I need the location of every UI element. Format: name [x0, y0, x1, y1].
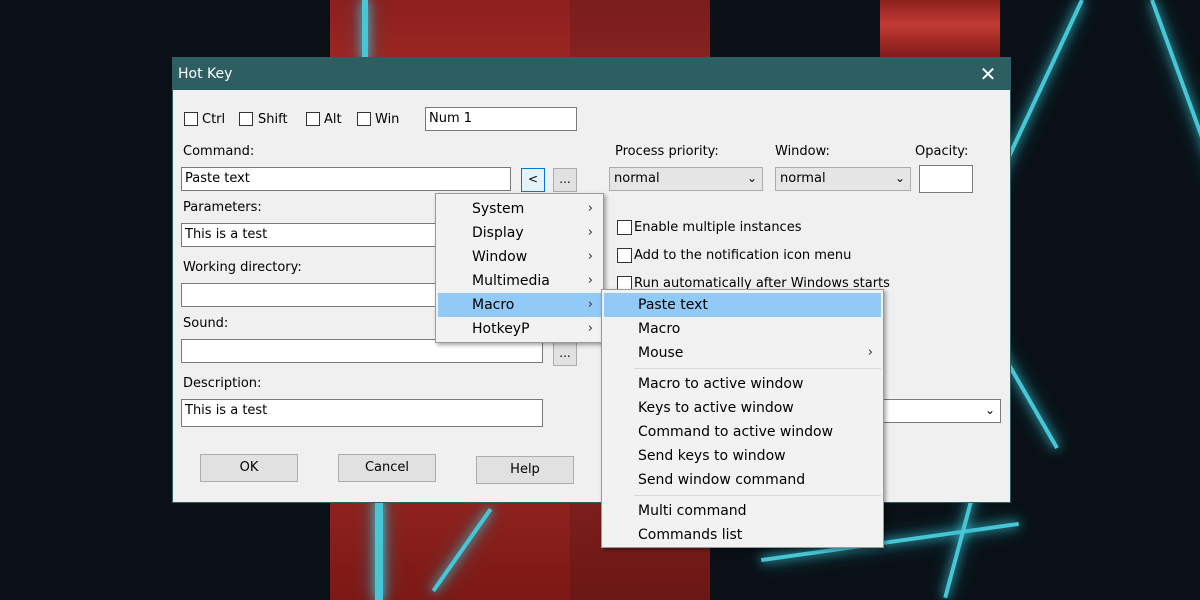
submenu-item-send-window-command[interactable]: Send window command — [604, 468, 881, 492]
add-notification-label: Add to the notification icon menu — [634, 248, 852, 263]
menu-item-label: Window — [472, 249, 528, 265]
add-notification-checkbox[interactable] — [617, 248, 632, 263]
window-select[interactable]: normal ⌄ — [775, 167, 911, 191]
ctrl-checkbox[interactable] — [184, 112, 198, 126]
browse-command-button[interactable]: ... — [553, 168, 577, 192]
menu-item-label: Mouse — [638, 345, 684, 361]
menu-item-label: Display — [472, 225, 524, 241]
menu-item-window[interactable]: Window › — [438, 245, 601, 269]
background-light — [362, 0, 368, 60]
submenu-item-send-keys-window[interactable]: Send keys to window — [604, 444, 881, 468]
opacity-label: Opacity: — [915, 144, 969, 159]
chevron-right-icon: › — [587, 273, 593, 288]
menu-item-label: HotkeyP — [472, 321, 530, 337]
background-shape — [880, 0, 1000, 60]
description-field[interactable]: This is a test — [181, 399, 543, 427]
title-bar[interactable]: Hot Key ✕ — [173, 58, 1010, 90]
chevron-down-icon: ⌄ — [984, 403, 995, 417]
insert-command-button[interactable]: < — [521, 168, 545, 192]
chevron-right-icon: › — [867, 345, 873, 360]
browse-sound-button[interactable]: ... — [553, 342, 577, 366]
dialog-title: Hot Key — [178, 66, 233, 82]
cancel-button[interactable]: Cancel — [338, 454, 436, 482]
menu-separator — [634, 368, 881, 369]
submenu-item-mouse[interactable]: Mouse › — [604, 341, 881, 365]
background-light — [375, 500, 383, 600]
command-category-menu: System › Display › Window › Multimedia › Mac… — [435, 193, 604, 343]
working-directory-field[interactable] — [181, 283, 443, 307]
shift-checkbox[interactable] — [239, 112, 253, 126]
opacity-field[interactable] — [919, 165, 973, 193]
chevron-down-icon: ⌄ — [894, 171, 905, 185]
shift-label: Shift — [258, 112, 288, 127]
submenu-item-keys-active-window[interactable]: Keys to active window — [604, 396, 881, 420]
window-label: Window: — [775, 144, 830, 159]
chevron-right-icon: › — [587, 249, 593, 264]
description-label: Description: — [183, 376, 262, 391]
process-priority-label: Process priority: — [615, 144, 719, 159]
enable-multiple-checkbox[interactable] — [617, 220, 632, 235]
menu-item-system[interactable]: System › — [438, 197, 601, 221]
background-light — [1150, 0, 1200, 565]
win-label: Win — [375, 112, 400, 127]
working-directory-label: Working directory: — [183, 260, 302, 275]
key-field[interactable]: Num 1 — [425, 107, 577, 131]
enable-multiple-label: Enable multiple instances — [634, 220, 802, 235]
menu-item-display[interactable]: Display › — [438, 221, 601, 245]
menu-item-hotkeyp[interactable]: HotkeyP › — [438, 317, 601, 341]
parameters-field[interactable]: This is a test — [181, 223, 443, 247]
chevron-right-icon: › — [587, 225, 593, 240]
menu-item-label: System — [472, 201, 525, 217]
process-priority-select[interactable]: normal ⌄ — [609, 167, 763, 191]
parameters-label: Parameters: — [183, 200, 262, 215]
alt-label: Alt — [324, 112, 342, 127]
submenu-item-paste-text[interactable]: Paste text — [604, 293, 881, 317]
chevron-down-icon: ⌄ — [746, 171, 757, 185]
sound-label: Sound: — [183, 316, 229, 331]
submenu-item-multi-command[interactable]: Multi command — [604, 499, 881, 523]
window-value: normal — [780, 171, 826, 186]
submenu-item-command-active-window[interactable]: Command to active window — [604, 420, 881, 444]
close-icon[interactable]: ✕ — [966, 58, 1010, 90]
submenu-item-commands-list[interactable]: Commands list — [604, 523, 881, 547]
menu-item-label: Macro — [472, 297, 515, 313]
menu-item-label: Multimedia — [472, 273, 550, 289]
macro-submenu: Paste text Macro Mouse › Macro to active … — [601, 289, 884, 548]
chevron-right-icon: › — [587, 201, 593, 216]
ctrl-label: Ctrl — [202, 112, 226, 127]
menu-item-macro[interactable]: Macro › — [438, 293, 601, 317]
ok-button[interactable]: OK — [200, 454, 298, 482]
win-checkbox[interactable] — [357, 112, 371, 126]
submenu-item-macro[interactable]: Macro — [604, 317, 881, 341]
alt-checkbox[interactable] — [306, 112, 320, 126]
command-label: Command: — [183, 144, 255, 159]
process-priority-value: normal — [614, 171, 660, 186]
submenu-item-macro-active-window[interactable]: Macro to active window — [604, 372, 881, 396]
chevron-right-icon: › — [587, 321, 593, 336]
chevron-right-icon: › — [587, 297, 593, 312]
help-button[interactable]: Help — [476, 456, 574, 484]
menu-separator — [634, 495, 881, 496]
menu-item-multimedia[interactable]: Multimedia › — [438, 269, 601, 293]
command-field[interactable]: Paste text — [181, 167, 511, 191]
